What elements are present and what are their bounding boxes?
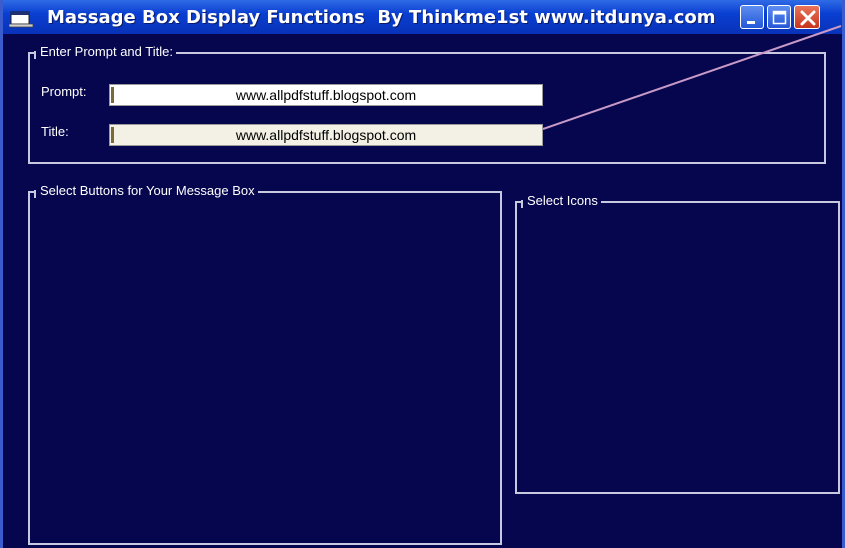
app-window-icon (9, 11, 34, 28)
window-title: Massage Box Display Functions By Thinkme… (47, 7, 716, 28)
select-buttons-group-legend: Select Buttons for Your Message Box (34, 183, 258, 198)
prompt-input[interactable] (109, 84, 543, 106)
prompt-label: Prompt: (41, 84, 87, 99)
prompt-title-group-legend: Enter Prompt and Title: (34, 44, 176, 59)
prompt-title-groupbox: Enter Prompt and Title: (28, 44, 826, 164)
title-bar[interactable]: Massage Box Display Functions By Thinkme… (3, 0, 842, 34)
title-input[interactable] (109, 124, 543, 146)
select-buttons-groupbox: Select Buttons for Your Message Box (28, 183, 502, 545)
maximize-icon (772, 10, 787, 25)
title-input-cursor (111, 127, 114, 143)
minimize-button[interactable] (740, 5, 764, 29)
select-icons-group-legend: Select Icons (521, 193, 601, 208)
close-button[interactable] (794, 5, 820, 29)
maximize-button[interactable] (767, 5, 791, 29)
title-label: Title: (41, 124, 69, 139)
select-icons-groupbox: Select Icons (515, 193, 840, 494)
minimize-icon (747, 21, 755, 24)
close-icon (800, 10, 816, 26)
prompt-input-cursor (111, 87, 114, 103)
main-window: Massage Box Display Functions By Thinkme… (0, 0, 845, 548)
